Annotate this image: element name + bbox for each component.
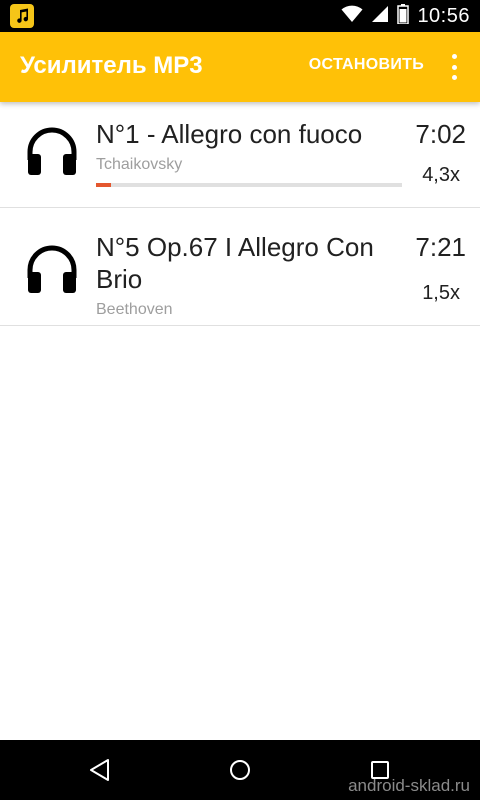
back-icon[interactable] xyxy=(84,754,116,786)
track-speed: 1,5x xyxy=(422,282,460,304)
app-title: Усилитель MP3 xyxy=(20,52,203,79)
headphones-icon xyxy=(26,244,78,294)
stop-button[interactable]: ОСТАНОВИТЬ xyxy=(309,56,424,74)
track-duration: 7:21 xyxy=(415,232,466,262)
app-bar: Усилитель MP3 ОСТАНОВИТЬ xyxy=(0,32,480,102)
wifi-icon xyxy=(341,5,363,27)
track-title: N°1 - Allegro con fuoco xyxy=(96,119,363,149)
track-row[interactable]: N°1 - Allegro con fuoco Tchaikovsky 7:02… xyxy=(0,102,480,208)
track-duration: 7:02 xyxy=(415,119,466,149)
home-icon[interactable] xyxy=(224,754,256,786)
track-artist: Beethoven xyxy=(96,301,173,318)
status-bar: 10:56 xyxy=(0,0,480,32)
signal-icon xyxy=(371,5,389,27)
track-list: N°1 - Allegro con fuoco Tchaikovsky 7:02… xyxy=(0,102,480,326)
track-artist: Tchaikovsky xyxy=(96,156,183,173)
track-speed: 4,3x xyxy=(422,164,460,186)
track-title: N°5 Op.67 I Allegro Con Brio xyxy=(96,232,374,294)
progress-fill xyxy=(96,183,112,187)
overflow-menu-icon[interactable] xyxy=(450,54,458,80)
status-icons: 10:56 xyxy=(341,0,470,32)
status-time: 10:56 xyxy=(417,4,470,27)
track-row[interactable]: N°5 Op.67 I Allegro Con Brio Beethoven 7… xyxy=(0,208,480,326)
battery-icon xyxy=(397,4,410,28)
music-note-icon xyxy=(10,4,34,28)
headphones-icon xyxy=(26,126,78,176)
watermark: android-sklad.ru xyxy=(348,776,470,795)
progress-bar[interactable] xyxy=(96,183,402,187)
